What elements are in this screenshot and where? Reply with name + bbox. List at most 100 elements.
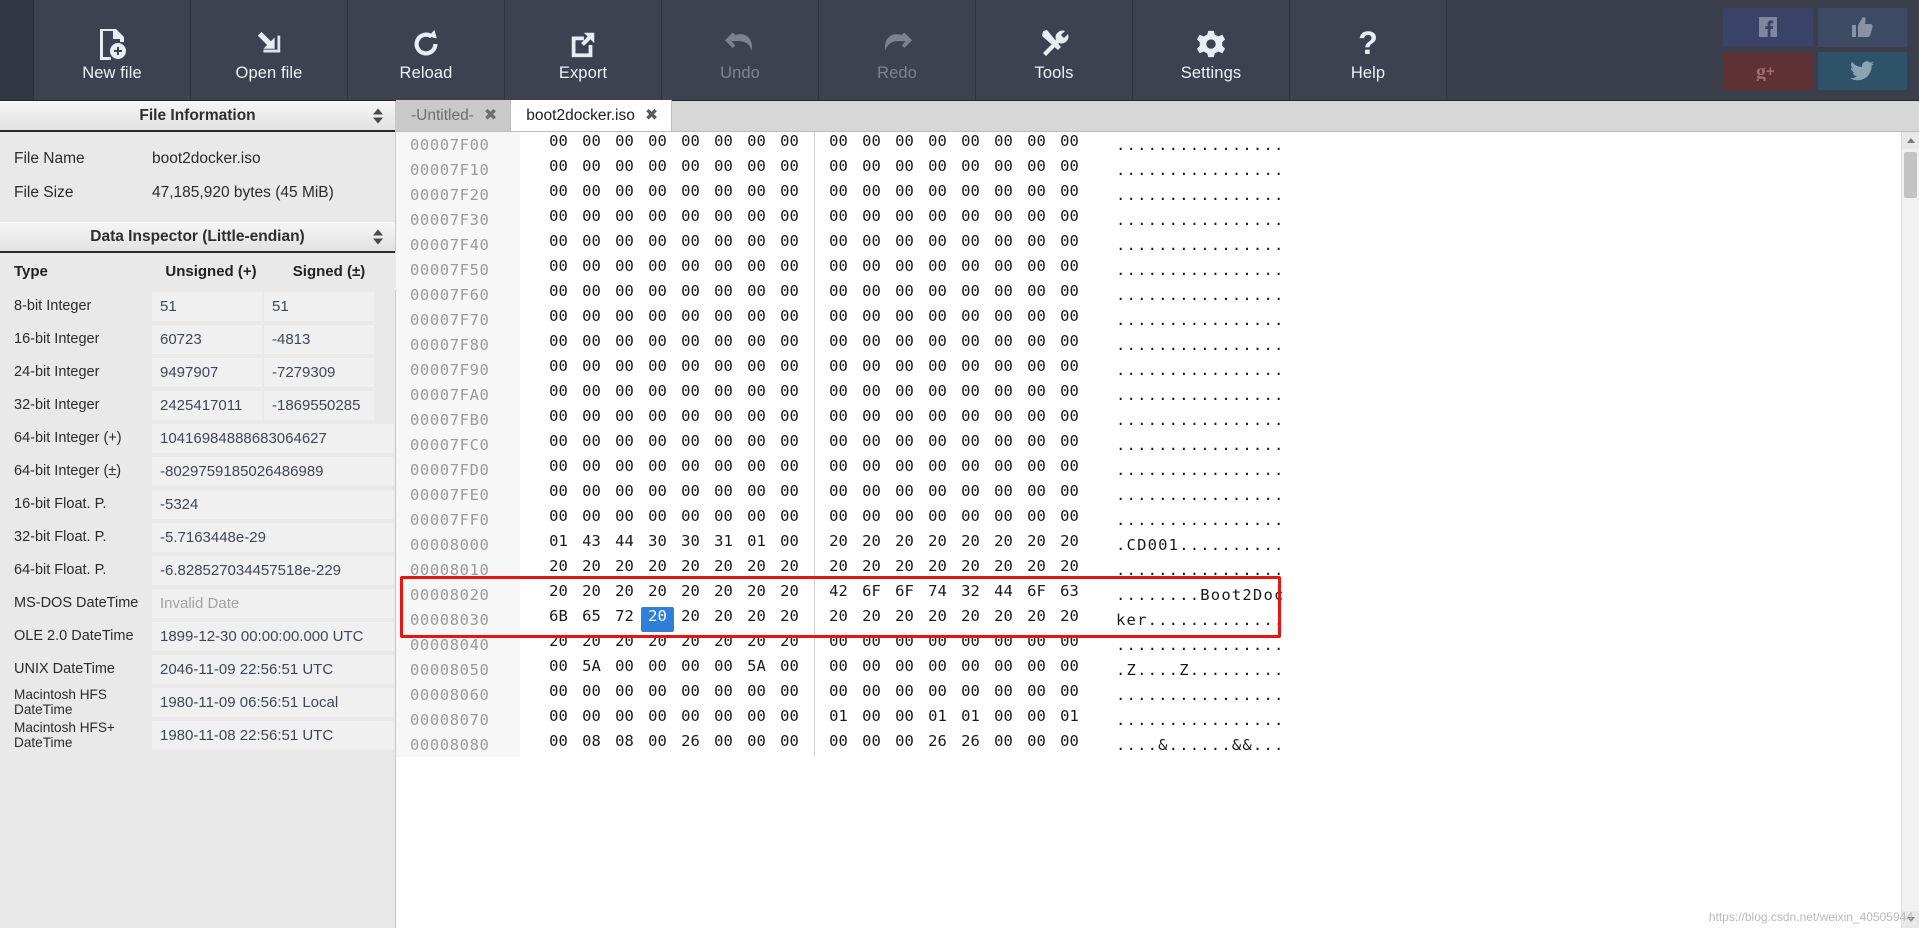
hex-row[interactable]: 00007F70 00 00 00 00 00 00 00 00 00 00 00 00 00 00 00 00… <box>396 307 1901 332</box>
hex-byte[interactable]: 00 <box>740 257 773 282</box>
hex-byte[interactable]: 00 <box>987 132 1020 157</box>
hex-byte[interactable]: 00 <box>921 507 954 532</box>
hex-byte[interactable]: 00 <box>954 207 987 232</box>
hex-byte[interactable]: 00 <box>773 457 806 482</box>
hex-byte[interactable]: 26 <box>954 732 987 757</box>
like-button[interactable] <box>1817 8 1907 47</box>
hex-byte[interactable]: 00 <box>674 482 707 507</box>
close-icon[interactable]: ✖ <box>484 107 497 124</box>
hex-byte[interactable]: 00 <box>608 482 641 507</box>
hex-byte[interactable]: 20 <box>773 557 806 582</box>
open-file-button[interactable]: Open file <box>191 0 348 100</box>
hex-byte[interactable]: 20 <box>707 557 740 582</box>
hex-ascii[interactable]: ................ <box>1086 636 1285 654</box>
hex-byte[interactable]: 00 <box>888 157 921 182</box>
hex-byte[interactable]: 00 <box>707 257 740 282</box>
hex-byte[interactable]: 00 <box>575 382 608 407</box>
hex-byte[interactable]: 65 <box>575 607 608 632</box>
hex-byte[interactable]: 00 <box>855 132 888 157</box>
hex-byte[interactable]: 00 <box>641 457 674 482</box>
hex-byte[interactable]: 00 <box>542 657 575 682</box>
hex-byte[interactable]: 00 <box>773 482 806 507</box>
hex-byte[interactable]: 00 <box>921 382 954 407</box>
hex-byte[interactable]: 00 <box>608 382 641 407</box>
hex-ascii[interactable]: ................ <box>1086 311 1285 329</box>
hex-byte[interactable]: 20 <box>674 557 707 582</box>
hex-byte[interactable]: 00 <box>608 507 641 532</box>
hex-byte[interactable]: 00 <box>855 232 888 257</box>
hex-byte[interactable]: 00 <box>822 507 855 532</box>
hex-byte[interactable]: 00 <box>674 182 707 207</box>
hex-byte[interactable]: 00 <box>954 457 987 482</box>
tools-button[interactable]: Tools <box>976 0 1133 100</box>
hex-ascii[interactable]: ................ <box>1086 211 1285 229</box>
inspector-unsigned-value[interactable]: -6.828527034457518e-229 <box>152 556 394 585</box>
hex-ascii[interactable]: ................ <box>1086 286 1285 304</box>
hex-byte[interactable]: 00 <box>542 482 575 507</box>
hex-byte[interactable]: 20 <box>674 632 707 657</box>
hex-byte[interactable]: 00 <box>921 657 954 682</box>
hex-byte[interactable]: 00 <box>740 682 773 707</box>
hex-byte[interactable]: 00 <box>641 307 674 332</box>
hex-byte[interactable]: 00 <box>773 157 806 182</box>
hex-byte[interactable]: 20 <box>888 557 921 582</box>
hex-byte[interactable]: 00 <box>822 432 855 457</box>
hex-byte[interactable]: 00 <box>1020 682 1053 707</box>
hex-byte[interactable]: 00 <box>575 307 608 332</box>
scroll-up-arrow-icon[interactable] <box>1902 132 1919 149</box>
hex-byte[interactable]: 20 <box>921 532 954 557</box>
hex-byte[interactable]: 00 <box>888 507 921 532</box>
hex-byte[interactable]: 00 <box>542 257 575 282</box>
hex-byte[interactable]: 00 <box>855 432 888 457</box>
hex-byte[interactable]: 00 <box>608 207 641 232</box>
hex-byte[interactable]: 00 <box>641 357 674 382</box>
hex-byte[interactable]: 00 <box>740 482 773 507</box>
hex-byte[interactable]: 01 <box>542 532 575 557</box>
hex-byte[interactable]: 00 <box>740 182 773 207</box>
collapse-expand-icon[interactable] <box>373 229 383 245</box>
hex-byte[interactable]: 00 <box>954 382 987 407</box>
hex-byte[interactable]: 00 <box>608 707 641 732</box>
hex-byte[interactable]: 00 <box>674 407 707 432</box>
hex-byte[interactable]: 00 <box>1020 307 1053 332</box>
hex-byte[interactable]: 00 <box>1053 357 1086 382</box>
hex-byte[interactable]: 20 <box>608 632 641 657</box>
hex-byte[interactable]: 01 <box>1053 707 1086 732</box>
hex-byte[interactable]: 00 <box>773 407 806 432</box>
tab-untitled[interactable]: -Untitled- ✖ <box>396 100 512 131</box>
hex-byte[interactable]: 00 <box>575 682 608 707</box>
collapse-expand-icon[interactable] <box>373 108 383 124</box>
hex-byte[interactable]: 20 <box>954 607 987 632</box>
hex-byte[interactable]: 44 <box>608 532 641 557</box>
hex-byte[interactable]: 00 <box>740 307 773 332</box>
hex-byte[interactable]: 00 <box>641 407 674 432</box>
hex-ascii[interactable]: ................ <box>1086 161 1285 179</box>
hex-byte[interactable]: 00 <box>740 332 773 357</box>
hex-byte[interactable]: 00 <box>888 232 921 257</box>
hex-byte[interactable]: 00 <box>674 332 707 357</box>
hex-row[interactable]: 00007F10 00 00 00 00 00 00 00 00 00 00 00 00 00 00 00 00… <box>396 157 1901 182</box>
hex-ascii[interactable]: ................ <box>1086 361 1285 379</box>
hex-byte[interactable]: 00 <box>855 657 888 682</box>
hex-ascii[interactable]: ........Boot2Doc <box>1086 586 1285 604</box>
hex-byte[interactable]: 00 <box>707 382 740 407</box>
hex-byte[interactable]: 00 <box>674 657 707 682</box>
hex-byte[interactable]: 20 <box>855 607 888 632</box>
hex-byte[interactable]: 00 <box>855 332 888 357</box>
hex-ascii[interactable]: ................ <box>1086 186 1285 204</box>
hex-byte[interactable]: 00 <box>707 182 740 207</box>
hex-byte[interactable]: 00 <box>1053 257 1086 282</box>
hex-byte[interactable]: 00 <box>773 257 806 282</box>
hex-byte[interactable]: 00 <box>855 382 888 407</box>
hex-byte[interactable]: 00 <box>987 482 1020 507</box>
hex-byte[interactable]: 00 <box>921 307 954 332</box>
hex-byte[interactable]: 00 <box>773 132 806 157</box>
hex-byte[interactable]: 30 <box>641 532 674 557</box>
hex-byte[interactable]: 00 <box>707 707 740 732</box>
hex-row[interactable]: 00007FA0 00 00 00 00 00 00 00 00 00 00 00 00 00 00 00 00… <box>396 382 1901 407</box>
redo-button[interactable]: Redo <box>819 0 976 100</box>
hex-byte[interactable]: 20 <box>773 582 806 607</box>
hex-byte[interactable]: 00 <box>707 157 740 182</box>
hex-byte[interactable]: 20 <box>542 582 575 607</box>
hex-byte[interactable]: 00 <box>542 307 575 332</box>
